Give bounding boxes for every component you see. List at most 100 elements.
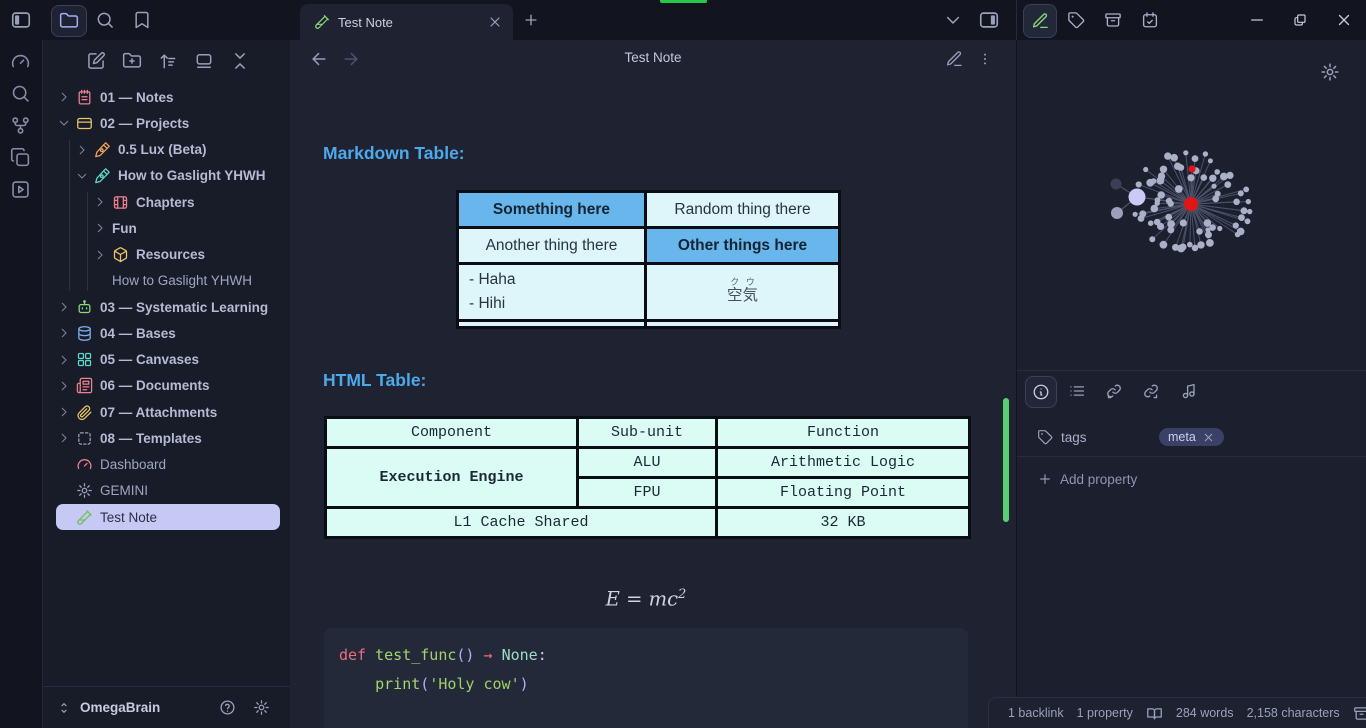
chevron-right-icon[interactable] bbox=[75, 143, 89, 157]
tree-item-03-systematic-learning[interactable]: 03 — Systematic Learning bbox=[56, 294, 280, 320]
note-content[interactable]: Markdown Table: Something hereRandom thi… bbox=[290, 80, 1016, 728]
chevron-right-icon[interactable] bbox=[57, 431, 71, 445]
add-property-button[interactable]: Add property bbox=[1037, 464, 1137, 494]
collapse-all-icon[interactable] bbox=[230, 51, 250, 71]
vault-name[interactable]: OmegaBrain bbox=[80, 700, 219, 715]
panel-tab-outline[interactable] bbox=[1062, 376, 1092, 406]
tree-item-08-templates[interactable]: 08 — Templates bbox=[56, 425, 280, 451]
ribbon-search-icon[interactable] bbox=[10, 83, 31, 104]
tree-item-resources[interactable]: Resources bbox=[56, 242, 280, 268]
chevron-down-icon[interactable] bbox=[75, 169, 89, 183]
property-row-tags[interactable]: tags meta bbox=[1017, 420, 1366, 454]
vault-switcher-icon[interactable] bbox=[56, 700, 72, 716]
sort-order-icon[interactable] bbox=[158, 51, 178, 71]
sidebar-tab-files[interactable] bbox=[51, 5, 87, 37]
md-cell-r2c1: 空気クウ bbox=[646, 264, 840, 321]
daily-note-button[interactable] bbox=[1134, 4, 1166, 36]
tree-item-07-attachments[interactable]: 07 — Attachments bbox=[56, 399, 280, 425]
panel-tab-outgoing-links[interactable] bbox=[1136, 376, 1166, 406]
html-cell-r1c2: Arithmetic Logic bbox=[717, 448, 970, 478]
new-tab-button[interactable] bbox=[522, 11, 540, 29]
card-layout-icon[interactable] bbox=[194, 51, 214, 71]
archive-button[interactable] bbox=[1097, 4, 1129, 36]
book-open-icon[interactable] bbox=[1146, 705, 1163, 722]
title-bar: Test Note bbox=[0, 0, 1366, 40]
square-dashed-icon bbox=[76, 430, 93, 447]
chevron-right-icon[interactable] bbox=[57, 379, 71, 393]
archive-box-icon[interactable] bbox=[1353, 705, 1366, 722]
html-cell-r3c1: 32 KB bbox=[717, 508, 970, 538]
tree-item-06-documents[interactable]: 06 — Documents bbox=[56, 373, 280, 399]
tree-item-how-to-gaslight-yhwh[interactable]: How to Gaslight YHWH bbox=[56, 268, 280, 294]
tree-item-04-bases[interactable]: 04 — Bases bbox=[56, 320, 280, 346]
tag-pill-meta[interactable]: meta bbox=[1159, 428, 1224, 446]
chevron-right-icon[interactable] bbox=[57, 353, 71, 367]
tree-item-01-notes[interactable]: 01 — Notes bbox=[56, 84, 280, 110]
tab-close-icon[interactable] bbox=[487, 14, 503, 30]
property-key[interactable]: tags bbox=[1061, 430, 1159, 445]
chevron-right-icon[interactable] bbox=[57, 90, 71, 104]
tree-item-how-to-gaslight-yhwh[interactable]: How to Gaslight YHWH bbox=[56, 163, 280, 189]
editor-mode-button[interactable] bbox=[1023, 4, 1057, 38]
math-formula: E = mc2 bbox=[324, 587, 968, 611]
panel-tab-media[interactable] bbox=[1173, 376, 1203, 406]
tree-item-02-projects[interactable]: 02 — Projects bbox=[56, 110, 280, 136]
tree-item-dashboard[interactable]: Dashboard bbox=[56, 452, 280, 478]
folder-icon bbox=[59, 11, 79, 31]
bot-icon bbox=[76, 299, 93, 316]
music-icon bbox=[1179, 382, 1197, 400]
property-count[interactable]: 1 property bbox=[1077, 706, 1133, 720]
status-bar: 1 backlink 1 property 284 words 2,158 ch… bbox=[988, 697, 1366, 728]
tree-item-0-5-lux-beta[interactable]: 0.5 Lux (Beta) bbox=[56, 137, 280, 163]
tab-test-note[interactable]: Test Note bbox=[300, 4, 513, 40]
chevron-down-icon[interactable] bbox=[57, 116, 71, 130]
settings-gear-icon[interactable] bbox=[253, 699, 270, 716]
right-sidebar-toggle-icon[interactable] bbox=[978, 9, 1000, 31]
tag-icon bbox=[1067, 11, 1085, 29]
code-line-2: print('Holy cow') bbox=[339, 670, 953, 699]
tree-item-chapters[interactable]: Chapters bbox=[56, 189, 280, 215]
tag-icon bbox=[1037, 429, 1053, 445]
tags-button[interactable] bbox=[1060, 4, 1092, 36]
graph-view[interactable] bbox=[1017, 40, 1366, 370]
chevron-right-icon[interactable] bbox=[57, 405, 71, 419]
tree-item-05-canvases[interactable]: 05 — Canvases bbox=[56, 347, 280, 373]
new-note-icon[interactable] bbox=[86, 51, 106, 71]
ribbon-copy-icon[interactable] bbox=[10, 147, 31, 168]
tree-item-gemini[interactable]: GEMINI bbox=[56, 478, 280, 504]
tag-remove-icon[interactable] bbox=[1202, 431, 1215, 444]
test-tube-icon bbox=[314, 14, 330, 30]
package-icon bbox=[112, 246, 129, 263]
vault-footer: OmegaBrain bbox=[43, 686, 290, 728]
chevron-right-icon[interactable] bbox=[93, 221, 107, 235]
ribbon-dashboard-icon[interactable] bbox=[10, 51, 31, 72]
left-sidebar-toggle-icon[interactable] bbox=[10, 9, 32, 31]
chevron-right-icon[interactable] bbox=[93, 248, 107, 262]
backlink-count[interactable]: 1 backlink bbox=[1008, 706, 1064, 720]
ribbon-graph-icon[interactable] bbox=[10, 115, 31, 136]
tag-value: meta bbox=[1168, 430, 1196, 444]
new-folder-icon[interactable] bbox=[122, 51, 142, 71]
edit-toggle-icon[interactable] bbox=[945, 50, 963, 68]
file-tree: 01 — Notes 02 — Projects 0.5 Lux (Beta) … bbox=[43, 84, 290, 530]
tree-item-fun[interactable]: Fun bbox=[56, 215, 280, 241]
sidebar-tab-bookmarks[interactable] bbox=[132, 10, 152, 30]
ruby-annotation: 空気クウ bbox=[727, 287, 758, 304]
window-close-button[interactable] bbox=[1335, 11, 1353, 29]
panel-tab-info[interactable] bbox=[1025, 376, 1057, 408]
chevron-right-icon[interactable] bbox=[57, 326, 71, 340]
window-restore-button[interactable] bbox=[1292, 12, 1308, 28]
tree-item-test-note[interactable]: Test Note bbox=[56, 504, 280, 530]
tab-list-button[interactable] bbox=[943, 10, 963, 30]
chevron-right-icon[interactable] bbox=[57, 300, 71, 314]
more-options-icon[interactable] bbox=[977, 51, 993, 67]
scrollbar-thumb[interactable] bbox=[1003, 398, 1009, 522]
help-icon[interactable] bbox=[219, 699, 236, 716]
ribbon-slides-icon[interactable] bbox=[10, 179, 31, 200]
sidebar-tab-search[interactable] bbox=[95, 10, 115, 30]
gauge-icon bbox=[76, 456, 93, 473]
panel-tab-incoming-links[interactable] bbox=[1099, 376, 1129, 406]
code-line-3 bbox=[339, 698, 953, 727]
window-minimize-button[interactable] bbox=[1248, 11, 1266, 29]
chevron-right-icon[interactable] bbox=[93, 195, 107, 209]
